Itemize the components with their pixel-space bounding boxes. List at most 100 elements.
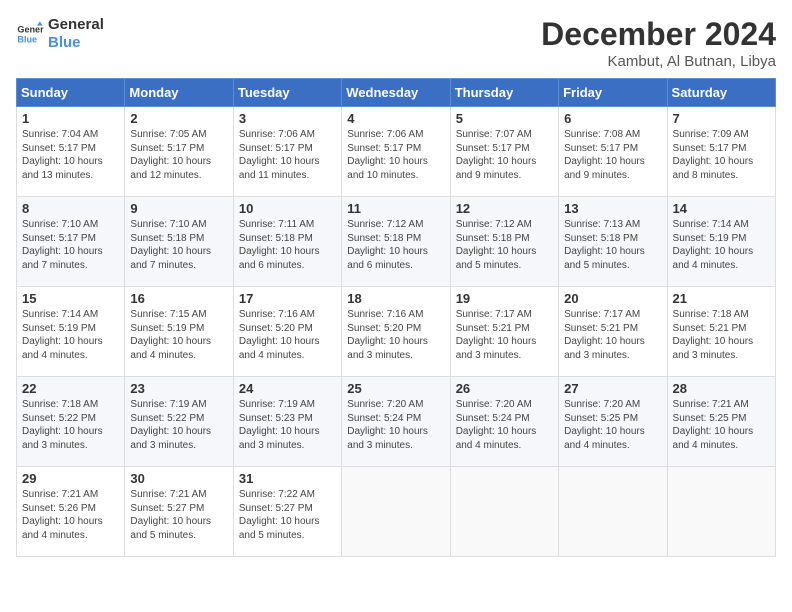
day-number: 30: [130, 471, 227, 486]
day-number: 29: [22, 471, 119, 486]
day-number: 31: [239, 471, 336, 486]
calendar-week-row: 15 Sunrise: 7:14 AM Sunset: 5:19 PM Dayli…: [17, 287, 776, 377]
svg-text:Blue: Blue: [17, 34, 37, 44]
day-number: 10: [239, 201, 336, 216]
day-info: Sunrise: 7:20 AM Sunset: 5:24 PM Dayligh…: [456, 398, 553, 452]
day-number: 26: [456, 381, 553, 396]
day-number: 24: [239, 381, 336, 396]
calendar-cell: 29 Sunrise: 7:21 AM Sunset: 5:26 PM Dayli…: [17, 467, 125, 557]
day-info: Sunrise: 7:12 AM Sunset: 5:18 PM Dayligh…: [456, 218, 553, 272]
day-number: 4: [347, 111, 444, 126]
day-number: 13: [564, 201, 661, 216]
location: Kambut, Al Butnan, Libya: [541, 53, 776, 70]
day-info: Sunrise: 7:19 AM Sunset: 5:23 PM Dayligh…: [239, 398, 336, 452]
calendar-cell: 27 Sunrise: 7:20 AM Sunset: 5:25 PM Dayli…: [559, 377, 667, 467]
calendar-cell: 24 Sunrise: 7:19 AM Sunset: 5:23 PM Dayli…: [233, 377, 341, 467]
day-info: Sunrise: 7:19 AM Sunset: 5:22 PM Dayligh…: [130, 398, 227, 452]
calendar-cell: [559, 467, 667, 557]
header-saturday: Saturday: [667, 79, 775, 107]
calendar-table: SundayMondayTuesdayWednesdayThursdayFrid…: [16, 78, 776, 557]
day-info: Sunrise: 7:21 AM Sunset: 5:25 PM Dayligh…: [673, 398, 770, 452]
day-info: Sunrise: 7:14 AM Sunset: 5:19 PM Dayligh…: [673, 218, 770, 272]
calendar-cell: 15 Sunrise: 7:14 AM Sunset: 5:19 PM Dayli…: [17, 287, 125, 377]
day-info: Sunrise: 7:05 AM Sunset: 5:17 PM Dayligh…: [130, 128, 227, 182]
day-info: Sunrise: 7:10 AM Sunset: 5:18 PM Dayligh…: [130, 218, 227, 272]
day-info: Sunrise: 7:21 AM Sunset: 5:27 PM Dayligh…: [130, 488, 227, 542]
day-info: Sunrise: 7:13 AM Sunset: 5:18 PM Dayligh…: [564, 218, 661, 272]
day-info: Sunrise: 7:20 AM Sunset: 5:24 PM Dayligh…: [347, 398, 444, 452]
header-monday: Monday: [125, 79, 233, 107]
day-info: Sunrise: 7:18 AM Sunset: 5:21 PM Dayligh…: [673, 308, 770, 362]
calendar-cell: 31Sunrise: 7:22 AM Sunset: 5:27 PM Dayli…: [233, 467, 341, 557]
calendar-cell: [667, 467, 775, 557]
day-number: 25: [347, 381, 444, 396]
day-info: Sunrise: 7:07 AM Sunset: 5:17 PM Dayligh…: [456, 128, 553, 182]
day-number: 16: [130, 291, 227, 306]
header-tuesday: Tuesday: [233, 79, 341, 107]
svg-text:General: General: [17, 25, 44, 35]
calendar-cell: 11Sunrise: 7:12 AM Sunset: 5:18 PM Dayli…: [342, 197, 450, 287]
calendar-cell: 10 Sunrise: 7:11 AM Sunset: 5:18 PM Dayli…: [233, 197, 341, 287]
calendar-cell: [342, 467, 450, 557]
day-info: Sunrise: 7:16 AM Sunset: 5:20 PM Dayligh…: [239, 308, 336, 362]
header-wednesday: Wednesday: [342, 79, 450, 107]
day-number: 2: [130, 111, 227, 126]
day-number: 21: [673, 291, 770, 306]
day-number: 7: [673, 111, 770, 126]
day-info: Sunrise: 7:08 AM Sunset: 5:17 PM Dayligh…: [564, 128, 661, 182]
day-number: 27: [564, 381, 661, 396]
logo-line2: Blue: [48, 34, 104, 52]
calendar-cell: 28Sunrise: 7:21 AM Sunset: 5:25 PM Dayli…: [667, 377, 775, 467]
calendar-cell: 13 Sunrise: 7:13 AM Sunset: 5:18 PM Dayli…: [559, 197, 667, 287]
day-info: Sunrise: 7:09 AM Sunset: 5:17 PM Dayligh…: [673, 128, 770, 182]
calendar-cell: 30 Sunrise: 7:21 AM Sunset: 5:27 PM Dayli…: [125, 467, 233, 557]
day-info: Sunrise: 7:15 AM Sunset: 5:19 PM Dayligh…: [130, 308, 227, 362]
calendar-cell: 7 Sunrise: 7:09 AM Sunset: 5:17 PM Daylig…: [667, 107, 775, 197]
day-info: Sunrise: 7:06 AM Sunset: 5:17 PM Dayligh…: [347, 128, 444, 182]
day-info: Sunrise: 7:16 AM Sunset: 5:20 PM Dayligh…: [347, 308, 444, 362]
calendar-cell: 5Sunrise: 7:07 AM Sunset: 5:17 PM Daylig…: [450, 107, 558, 197]
day-info: Sunrise: 7:12 AM Sunset: 5:18 PM Dayligh…: [347, 218, 444, 272]
calendar-cell: 17Sunrise: 7:16 AM Sunset: 5:20 PM Dayli…: [233, 287, 341, 377]
day-info: Sunrise: 7:14 AM Sunset: 5:19 PM Dayligh…: [22, 308, 119, 362]
calendar-cell: 3Sunrise: 7:06 AM Sunset: 5:17 PM Daylig…: [233, 107, 341, 197]
day-number: 15: [22, 291, 119, 306]
calendar-cell: 12Sunrise: 7:12 AM Sunset: 5:18 PM Dayli…: [450, 197, 558, 287]
calendar-cell: 21 Sunrise: 7:18 AM Sunset: 5:21 PM Dayli…: [667, 287, 775, 377]
logo-line1: General: [48, 16, 104, 34]
day-number: 9: [130, 201, 227, 216]
logo: General Blue General Blue: [16, 16, 104, 52]
day-number: 8: [22, 201, 119, 216]
day-info: Sunrise: 7:11 AM Sunset: 5:18 PM Dayligh…: [239, 218, 336, 272]
day-number: 23: [130, 381, 227, 396]
day-number: 18: [347, 291, 444, 306]
calendar-cell: 18 Sunrise: 7:16 AM Sunset: 5:20 PM Dayli…: [342, 287, 450, 377]
title-block: December 2024 Kambut, Al Butnan, Libya: [541, 16, 776, 70]
calendar-cell: 25 Sunrise: 7:20 AM Sunset: 5:24 PM Dayli…: [342, 377, 450, 467]
header-sunday: Sunday: [17, 79, 125, 107]
calendar-header-row: SundayMondayTuesdayWednesdayThursdayFrid…: [17, 79, 776, 107]
day-number: 3: [239, 111, 336, 126]
calendar-cell: 1Sunrise: 7:04 AM Sunset: 5:17 PM Daylig…: [17, 107, 125, 197]
logo-icon: General Blue: [16, 20, 44, 48]
day-info: Sunrise: 7:21 AM Sunset: 5:26 PM Dayligh…: [22, 488, 119, 542]
calendar-cell: [450, 467, 558, 557]
day-info: Sunrise: 7:18 AM Sunset: 5:22 PM Dayligh…: [22, 398, 119, 452]
calendar-cell: 16 Sunrise: 7:15 AM Sunset: 5:19 PM Dayli…: [125, 287, 233, 377]
day-info: Sunrise: 7:20 AM Sunset: 5:25 PM Dayligh…: [564, 398, 661, 452]
calendar-week-row: 22Sunrise: 7:18 AM Sunset: 5:22 PM Dayli…: [17, 377, 776, 467]
calendar-cell: 9 Sunrise: 7:10 AM Sunset: 5:18 PM Daylig…: [125, 197, 233, 287]
day-info: Sunrise: 7:17 AM Sunset: 5:21 PM Dayligh…: [456, 308, 553, 362]
calendar-cell: 2 Sunrise: 7:05 AM Sunset: 5:17 PM Daylig…: [125, 107, 233, 197]
calendar-cell: 23 Sunrise: 7:19 AM Sunset: 5:22 PM Dayli…: [125, 377, 233, 467]
day-info: Sunrise: 7:17 AM Sunset: 5:21 PM Dayligh…: [564, 308, 661, 362]
calendar-cell: 4 Sunrise: 7:06 AM Sunset: 5:17 PM Daylig…: [342, 107, 450, 197]
calendar-cell: 6 Sunrise: 7:08 AM Sunset: 5:17 PM Daylig…: [559, 107, 667, 197]
day-number: 6: [564, 111, 661, 126]
day-number: 19: [456, 291, 553, 306]
day-info: Sunrise: 7:10 AM Sunset: 5:17 PM Dayligh…: [22, 218, 119, 272]
day-number: 20: [564, 291, 661, 306]
calendar-week-row: 1Sunrise: 7:04 AM Sunset: 5:17 PM Daylig…: [17, 107, 776, 197]
calendar-week-row: 29 Sunrise: 7:21 AM Sunset: 5:26 PM Dayli…: [17, 467, 776, 557]
calendar-cell: 26 Sunrise: 7:20 AM Sunset: 5:24 PM Dayli…: [450, 377, 558, 467]
